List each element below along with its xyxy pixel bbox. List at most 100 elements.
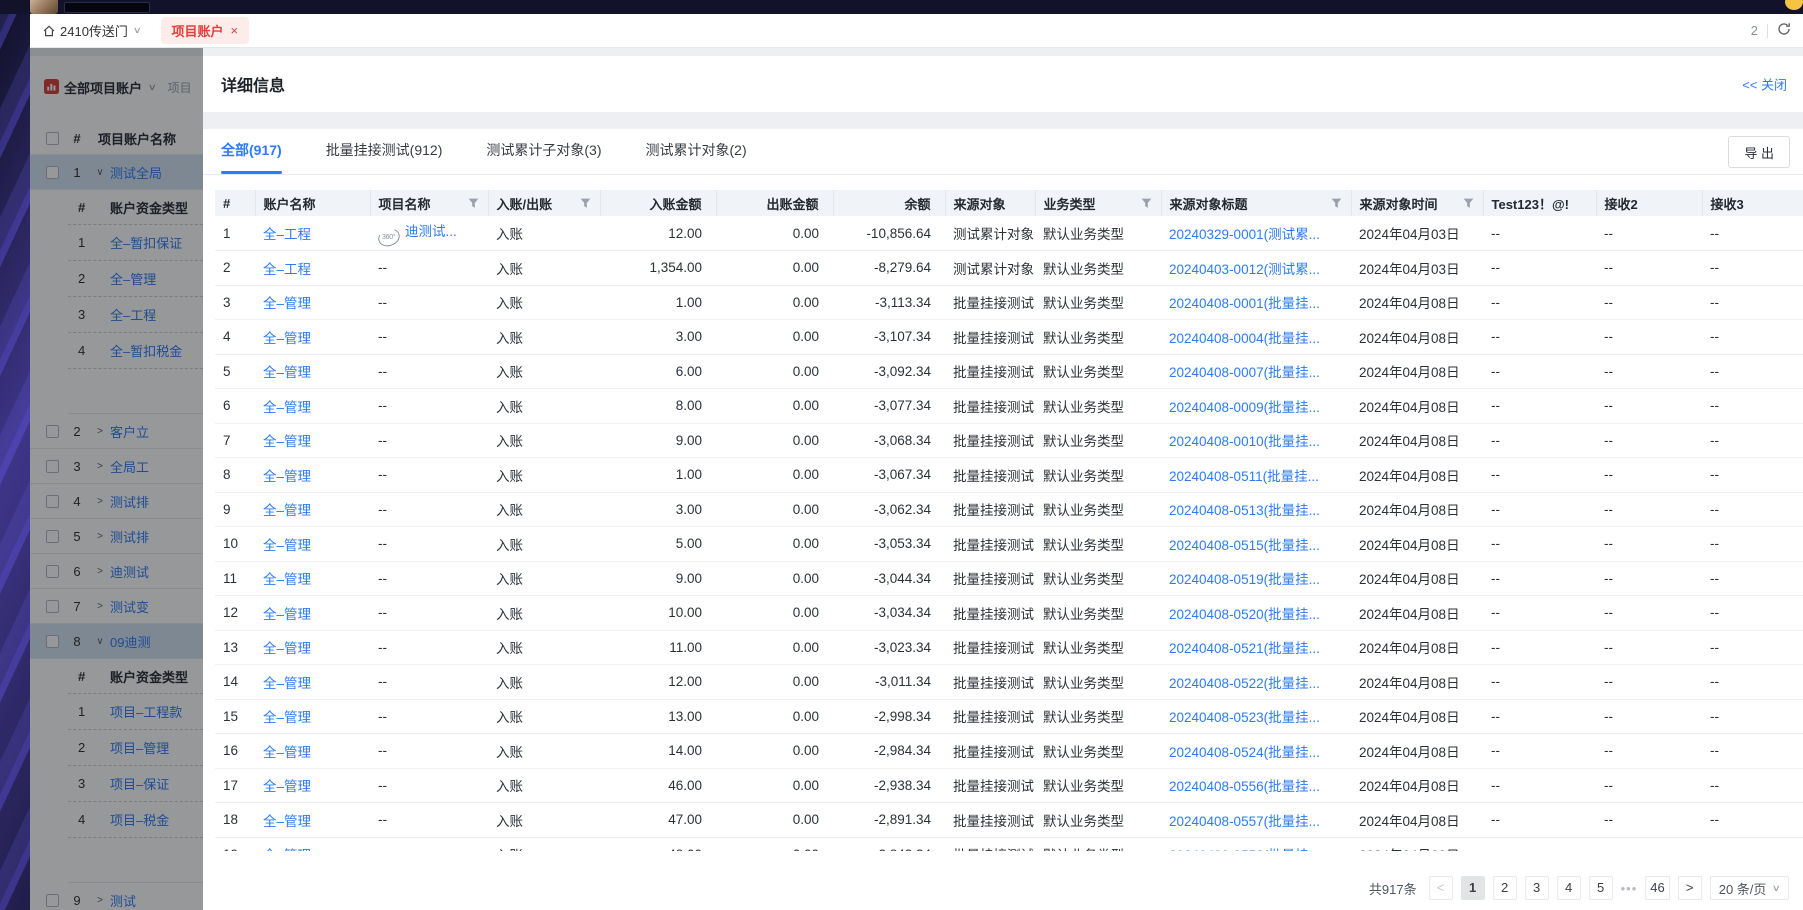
cell-inout: 入账: [488, 354, 600, 389]
cell-outAmt: 0.00: [716, 285, 833, 320]
detail-tabs-row: 全部(917) 批量挂接测试(912) 测试累计子对象(3) 测试累计对象(2) 导 …: [203, 129, 1803, 175]
filter-icon[interactable]: [580, 197, 591, 212]
filter-icon[interactable]: [1141, 197, 1152, 212]
cell-title[interactable]: 20240408-0519(批量挂...: [1161, 561, 1351, 596]
cell-title[interactable]: 20240408-0520(批量挂...: [1161, 596, 1351, 631]
cell-time: 2024年04月08日: [1351, 458, 1483, 493]
cell-title[interactable]: 20240408-0511(批量挂...: [1161, 458, 1351, 493]
modal-dim-overlay[interactable]: [30, 48, 203, 910]
filter-icon[interactable]: [1463, 197, 1474, 212]
cell-inout: 入账: [488, 423, 600, 458]
next-page-button[interactable]: >: [1678, 876, 1702, 900]
cell-account[interactable]: 全–管理: [255, 527, 370, 562]
refresh-icon[interactable]: [1777, 22, 1791, 39]
page-size-select[interactable]: 20 条/页 ∨: [1710, 876, 1789, 900]
col-header-9: 来源对象标题: [1161, 190, 1351, 216]
project-link[interactable]: 迪测试...: [405, 224, 457, 239]
cell-inout: 入账: [488, 251, 600, 286]
close-panel-link[interactable]: << 关闭: [1742, 75, 1787, 94]
cell-title[interactable]: 20240408-0010(批量挂...: [1161, 423, 1351, 458]
close-tab-icon[interactable]: ×: [231, 26, 239, 36]
cell-account[interactable]: 全–管理: [255, 285, 370, 320]
cell-inout: 入账: [488, 216, 600, 251]
cell-account[interactable]: 全–管理: [255, 354, 370, 389]
cell-recv3: --: [1702, 768, 1803, 803]
page-button-4[interactable]: 4: [1557, 876, 1581, 900]
cell-inAmt: 14.00: [600, 734, 716, 769]
address-box[interactable]: [64, 2, 150, 13]
cell-project: --: [370, 527, 488, 562]
export-button[interactable]: 导 出: [1728, 136, 1790, 168]
cell-t123: --: [1483, 630, 1596, 665]
cell-project: --: [370, 734, 488, 769]
cell-account[interactable]: 全–管理: [255, 458, 370, 493]
tab-3[interactable]: 测试累计对象(2): [646, 140, 747, 174]
cell-recv2: --: [1596, 527, 1702, 562]
cell-account[interactable]: 全–管理: [255, 837, 370, 851]
avatar[interactable]: [30, 0, 58, 14]
cell-recv3: --: [1702, 596, 1803, 631]
cell-source: 批量挂接测试: [945, 699, 1035, 734]
cell-title[interactable]: 20240408-0001(批量挂...: [1161, 285, 1351, 320]
col-header-label: 项目名称: [379, 197, 431, 212]
cell-account[interactable]: 全–管理: [255, 768, 370, 803]
cell-title[interactable]: 20240408-0522(批量挂...: [1161, 665, 1351, 700]
cell-account[interactable]: 全–管理: [255, 423, 370, 458]
page-button-3[interactable]: 3: [1525, 876, 1549, 900]
cell-title[interactable]: 20240408-0523(批量挂...: [1161, 699, 1351, 734]
page-button-2[interactable]: 2: [1493, 876, 1517, 900]
tab-2[interactable]: 测试累计子对象(3): [486, 140, 601, 174]
cell-title[interactable]: 20240408-0556(批量挂...: [1161, 768, 1351, 803]
filter-icon[interactable]: [468, 197, 479, 212]
prev-page-button[interactable]: <: [1429, 876, 1453, 900]
cell-project: --: [370, 699, 488, 734]
cell-time: 2024年04月08日: [1351, 699, 1483, 734]
cell-project: --: [370, 251, 488, 286]
cell-account[interactable]: 全–管理: [255, 561, 370, 596]
cell-time: 2024年04月08日: [1351, 734, 1483, 769]
filter-icon[interactable]: [1331, 197, 1342, 212]
page-size-value: 20 条/页: [1719, 879, 1767, 898]
cell-account[interactable]: 全–管理: [255, 630, 370, 665]
tab-1[interactable]: 批量挂接测试(912): [326, 140, 443, 174]
cell-account[interactable]: 全–管理: [255, 734, 370, 769]
cell-title[interactable]: 20240408-0558(批量挂...: [1161, 837, 1351, 851]
app-tab-bar: 2410传送门 ∨ 项目账户 × 2: [30, 14, 1803, 48]
cell-title[interactable]: 20240408-0007(批量挂...: [1161, 354, 1351, 389]
cell-project[interactable]: 360°迪测试...: [370, 216, 488, 251]
last-page-button[interactable]: 46: [1645, 876, 1669, 900]
cell-account[interactable]: 全–管理: [255, 320, 370, 355]
cell-account[interactable]: 全–管理: [255, 596, 370, 631]
cell-title[interactable]: 20240408-0521(批量挂...: [1161, 630, 1351, 665]
cell-account[interactable]: 全–管理: [255, 699, 370, 734]
cell-title[interactable]: 20240329-0001(测试累...: [1161, 216, 1351, 251]
cell-account[interactable]: 全–管理: [255, 665, 370, 700]
360-view-icon[interactable]: 360°: [376, 226, 402, 249]
cell-title[interactable]: 20240408-0515(批量挂...: [1161, 527, 1351, 562]
tab-project-account[interactable]: 项目账户 ×: [161, 17, 250, 44]
cell-account[interactable]: 全–工程: [255, 251, 370, 286]
cell-inAmt: 1.00: [600, 285, 716, 320]
page-button-5[interactable]: 5: [1589, 876, 1613, 900]
cell-title[interactable]: 20240408-0513(批量挂...: [1161, 492, 1351, 527]
cell-title[interactable]: 20240408-0557(批量挂...: [1161, 803, 1351, 838]
cell-project: --: [370, 561, 488, 596]
more-pages-button[interactable]: •••: [1621, 881, 1638, 896]
cell-title[interactable]: 20240403-0012(测试累...: [1161, 251, 1351, 286]
cell-account[interactable]: 全–管理: [255, 803, 370, 838]
page-button-1[interactable]: 1: [1461, 876, 1485, 900]
cell-account[interactable]: 全–管理: [255, 389, 370, 424]
cell-title[interactable]: 20240408-0524(批量挂...: [1161, 734, 1351, 769]
cell-inAmt: 9.00: [600, 561, 716, 596]
table-row: 13全–管理--入账11.000.00-3,023.34批量挂接测试默认业务类型…: [215, 630, 1803, 665]
cell-balance: -3,113.34: [833, 285, 945, 320]
home-menu[interactable]: 2410传送门 ∨: [42, 21, 141, 40]
cell-inout: 入账: [488, 458, 600, 493]
cell-title[interactable]: 20240408-0009(批量挂...: [1161, 389, 1351, 424]
tab-0[interactable]: 全部(917): [221, 140, 282, 174]
cell-title[interactable]: 20240408-0004(批量挂...: [1161, 320, 1351, 355]
cell-account[interactable]: 全–管理: [255, 492, 370, 527]
cell-outAmt: 0.00: [716, 320, 833, 355]
cell-account[interactable]: 全–工程: [255, 216, 370, 251]
cell-inAmt: 3.00: [600, 320, 716, 355]
